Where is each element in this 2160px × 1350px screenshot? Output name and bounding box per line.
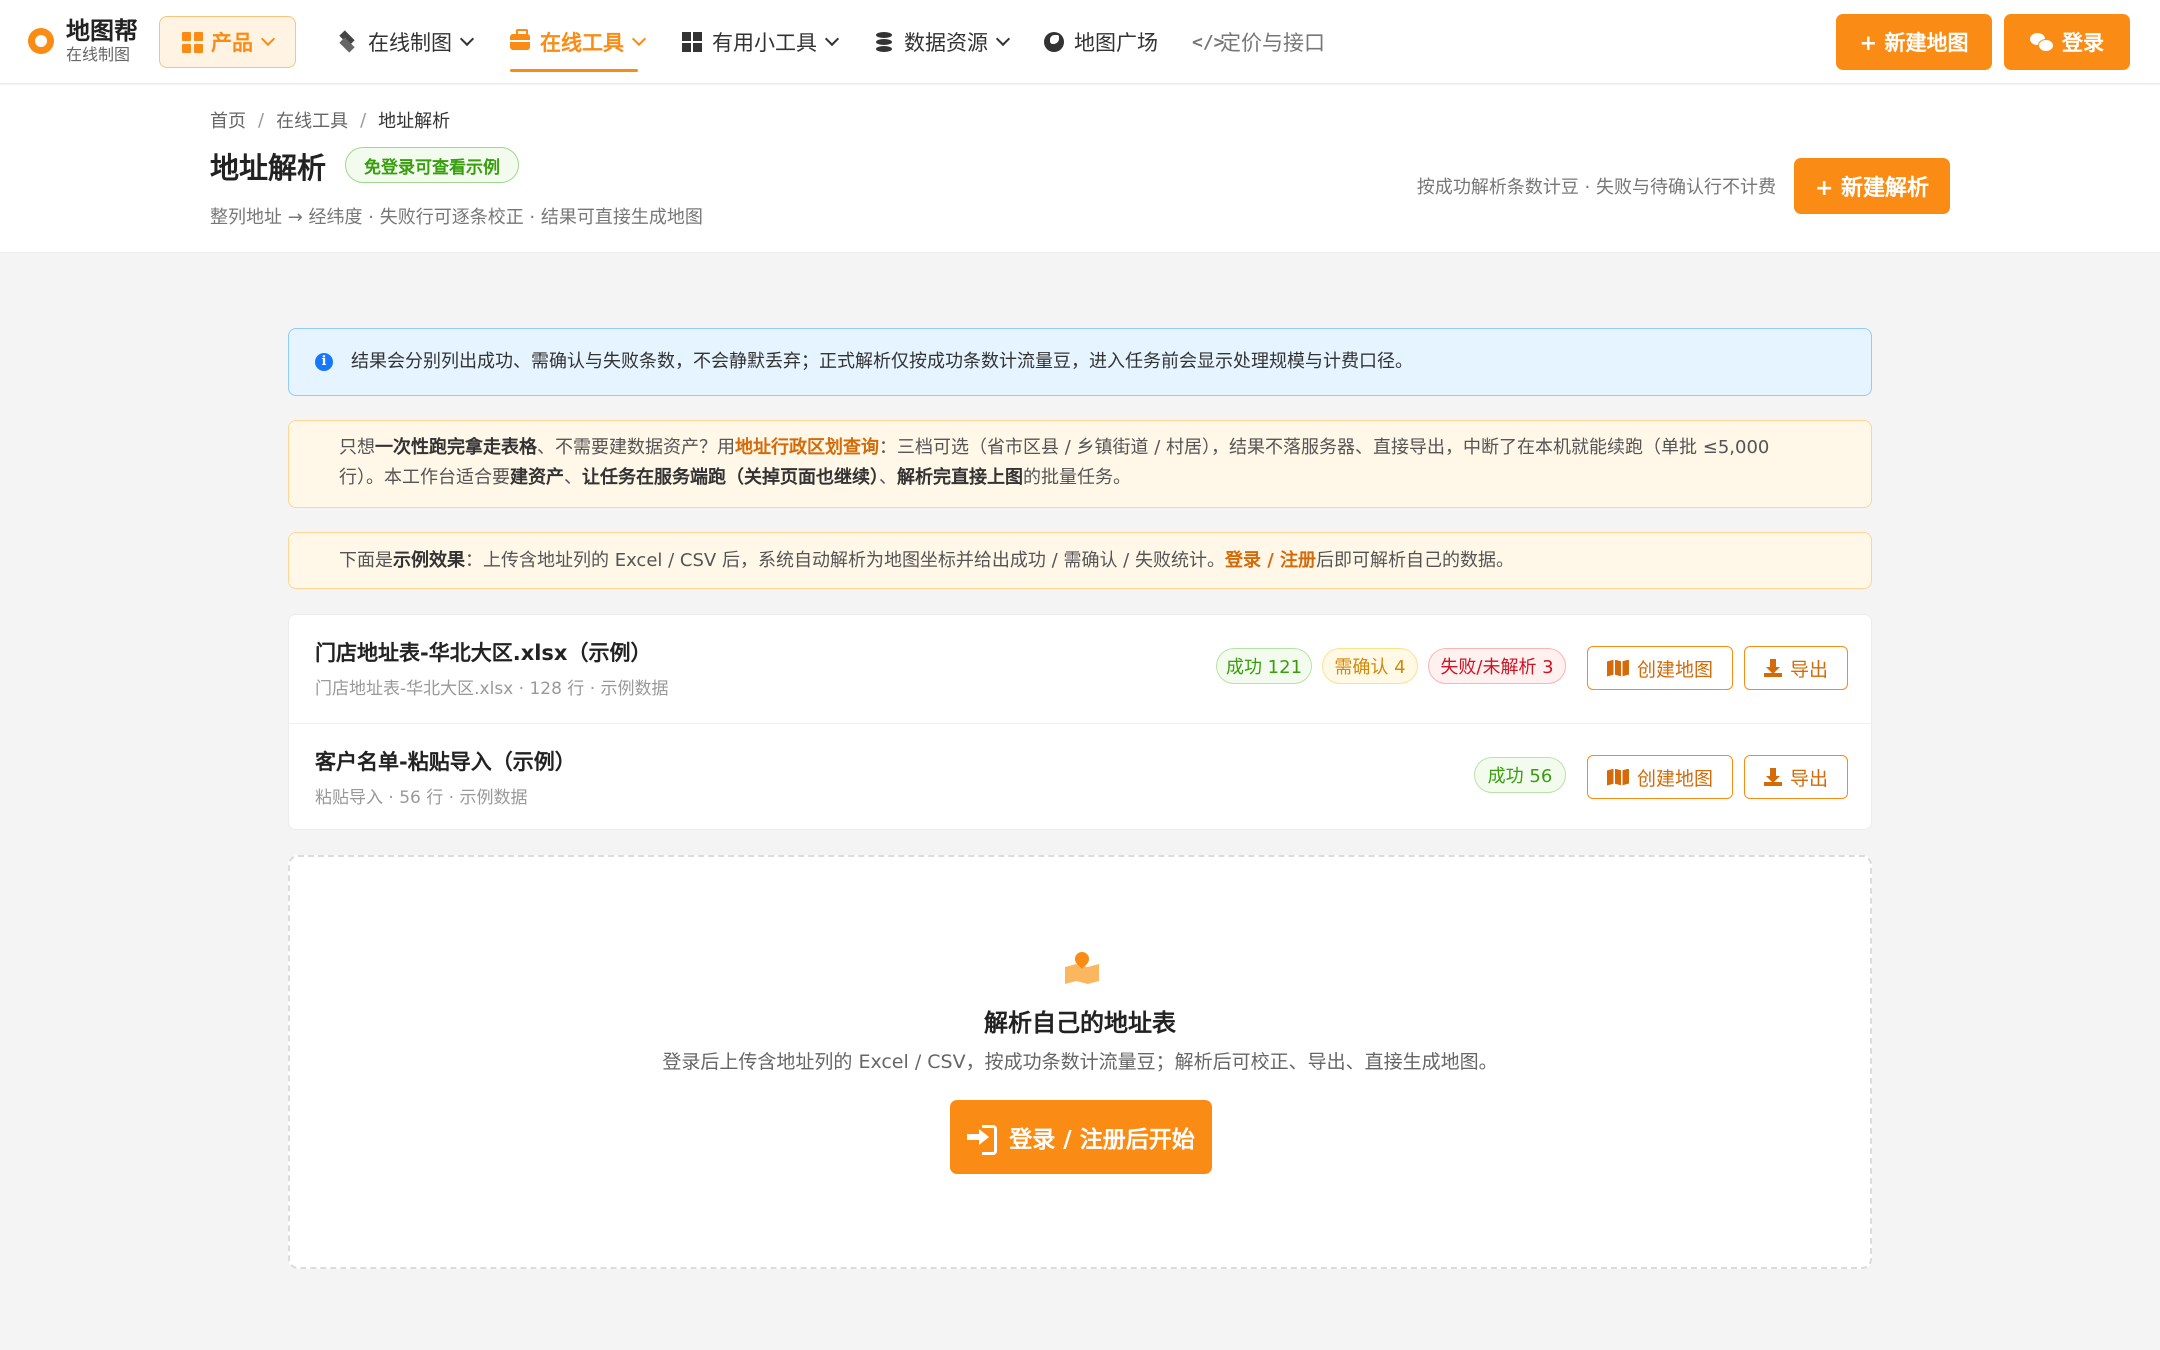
create-map-button[interactable]: 创建地图 (1587, 755, 1733, 799)
nav-item-map-square[interactable]: 地图广场 (1044, 24, 1158, 60)
login-to-start-button[interactable]: 登录 / 注册后开始 (950, 1100, 1212, 1174)
alert-text: 后即可解析自己的数据。 (1316, 549, 1515, 571)
chevron-down-icon (260, 31, 276, 47)
product-label: 产品 (211, 31, 253, 55)
task-list: 门店地址表-华北大区.xlsx（示例） 门店地址表-华北大区.xlsx · 12… (288, 614, 1872, 830)
chevron-down-icon (995, 31, 1011, 47)
download-icon (1763, 659, 1782, 677)
free-preview-badge: 免登录可查看示例 (345, 147, 519, 183)
create-map-button[interactable]: 创建地图 (1587, 646, 1733, 690)
nav-item-label: 数据资源 (904, 31, 988, 55)
alert-strong: 建资产 (510, 467, 564, 488)
nav-item-pricing-api[interactable]: </> 定价与接口 (1192, 24, 1325, 60)
admin-division-query-link[interactable]: 地址行政区划查询 (735, 437, 879, 458)
alternative-tool-alert: 只想一次性跑完拿走表格、不需要建数据资产？用地址行政区划查询：三档可选（省市区县… (288, 420, 1872, 508)
nav-item-data-resources[interactable]: 数据资源 (874, 24, 1011, 60)
failed-count-badge: 失败/未解析 3 (1428, 648, 1566, 684)
database-icon (876, 32, 892, 52)
breadcrumb-separator: / (360, 109, 367, 131)
login-to-start-label: 登录 / 注册后开始 (1009, 1127, 1195, 1153)
breadcrumb-online-tools[interactable]: 在线工具 (276, 107, 348, 133)
map-icon (1606, 768, 1629, 786)
info-alert: i 结果会分别列出成功、需确认与失败条数，不会静默丢弃；正式解析仅按成功条数计流… (288, 328, 1872, 396)
logo-icon (28, 27, 54, 54)
nav-item-useful-tools[interactable]: 有用小工具 (682, 24, 840, 60)
product-menu-button[interactable]: 产品 (159, 16, 296, 68)
alert-text: ：上传含地址列的 Excel / CSV 后，系统自动解析为地图坐标并给出成功 … (465, 549, 1225, 571)
top-navbar: 地图帮 在线制图 产品 在线制图 在线工具 有用小工具 数据资源 地图广场 </… (0, 0, 2160, 84)
page-subtitle: 整列地址 → 经纬度 · 失败行可逐条校正 · 结果可直接生成地图 (210, 207, 703, 228)
grid-icon (682, 32, 702, 52)
login-register-link[interactable]: 登录 / 注册 (1225, 550, 1316, 571)
alert-strong: 让任务在服务端跑（关掉页面也继续） (582, 467, 879, 488)
new-map-button[interactable]: + 新建地图 (1836, 14, 1992, 70)
export-label: 导出 (1789, 767, 1828, 790)
alert-text: 、 (564, 467, 582, 488)
empty-state-title: 解析自己的地址表 (984, 1009, 1176, 1037)
chevron-down-icon (459, 31, 475, 47)
info-icon: i (315, 353, 333, 371)
nav-item-online-mapping[interactable]: 在线制图 (338, 24, 475, 60)
brand-logo[interactable]: 地图帮 在线制图 (28, 18, 138, 64)
empty-state-description: 登录后上传含地址列的 Excel / CSV，按成功条数计流量豆；解析后可校正、… (662, 1051, 1498, 1073)
map-icon (1606, 659, 1629, 677)
nav-item-label: 地图广场 (1074, 31, 1158, 55)
alert-strong: 解析完直接上图 (897, 467, 1023, 488)
toolbox-icon (510, 29, 530, 50)
alert-text: 、不需要建数据资产？用 (537, 437, 735, 458)
chevron-down-icon (824, 31, 840, 47)
login-label: 登录 (2062, 31, 2104, 55)
task-meta: 粘贴导入 · 56 行 · 示例数据 (315, 788, 528, 808)
page-header: 首页 / 在线工具 / 地址解析 地址解析 免登录可查看示例 整列地址 → 经纬… (0, 85, 2160, 253)
alert-text: 、 (879, 467, 897, 488)
new-parse-label: + 新建解析 (1814, 176, 1930, 201)
new-map-label: + 新建地图 (1859, 31, 1969, 55)
breadcrumb-current: 地址解析 (378, 111, 451, 132)
success-count-badge: 成功 121 (1216, 648, 1312, 684)
task-row: 门店地址表-华北大区.xlsx（示例） 门店地址表-华北大区.xlsx · 12… (289, 615, 1871, 722)
alert-text: 下面是 (339, 549, 393, 571)
layers-icon (339, 33, 357, 51)
export-button[interactable]: 导出 (1744, 646, 1848, 690)
info-alert-text: 结果会分别列出成功、需确认与失败条数，不会静默丢弃；正式解析仅按成功条数计流量豆… (351, 351, 1413, 372)
wechat-icon (2030, 33, 2054, 52)
breadcrumb: 首页 / 在线工具 / 地址解析 (210, 107, 450, 133)
nav-item-label: 定价与接口 (1220, 31, 1325, 55)
create-map-label: 创建地图 (1636, 767, 1713, 790)
task-title[interactable]: 客户名单-粘贴导入（示例） (315, 746, 576, 776)
nav-item-online-tools[interactable]: 在线工具 (510, 24, 647, 72)
alert-text: 只想 (339, 437, 375, 458)
task-title[interactable]: 门店地址表-华北大区.xlsx（示例） (315, 637, 651, 667)
globe-icon (1044, 32, 1064, 52)
brand-title: 地图帮 (66, 17, 138, 45)
needs-confirm-badge: 需确认 4 (1322, 648, 1418, 684)
download-icon (1763, 768, 1782, 786)
task-meta: 门店地址表-华北大区.xlsx · 128 行 · 示例数据 (315, 679, 669, 699)
new-parse-button[interactable]: + 新建解析 (1794, 158, 1950, 214)
map-pin-icon (1065, 949, 1099, 984)
apps-grid-icon (182, 31, 203, 53)
alert-text: 的批量任务。 (1023, 467, 1131, 488)
chevron-down-icon (631, 31, 647, 47)
export-label: 导出 (1789, 658, 1828, 681)
page-title: 地址解析 (210, 151, 327, 185)
login-button[interactable]: 登录 (2004, 14, 2130, 70)
billing-note: 按成功解析条数计豆 · 失败与待确认行不计费 (1416, 177, 1776, 198)
upload-empty-state: 解析自己的地址表 登录后上传含地址列的 Excel / CSV，按成功条数计流量… (288, 855, 1872, 1269)
alert-strong: 示例效果 (393, 549, 465, 571)
brand-subtitle: 在线制图 (66, 45, 131, 65)
demo-notice-alert: 下面是示例效果：上传含地址列的 Excel / CSV 后，系统自动解析为地图坐… (288, 532, 1872, 589)
code-icon: </> (1192, 31, 1225, 53)
alert-strong: 一次性跑完拿走表格 (375, 437, 537, 458)
create-map-label: 创建地图 (1636, 658, 1713, 681)
export-button[interactable]: 导出 (1744, 755, 1848, 799)
nav-item-label: 在线制图 (368, 31, 452, 55)
breadcrumb-home[interactable]: 首页 (210, 107, 246, 133)
sign-in-icon (967, 1125, 998, 1155)
nav-item-label: 有用小工具 (712, 31, 817, 55)
breadcrumb-separator: / (258, 109, 265, 131)
nav-item-label: 在线工具 (540, 31, 624, 55)
task-row: 客户名单-粘贴导入（示例） 粘贴导入 · 56 行 · 示例数据 成功 56 创… (289, 723, 1871, 830)
success-count-badge: 成功 56 (1474, 757, 1566, 793)
